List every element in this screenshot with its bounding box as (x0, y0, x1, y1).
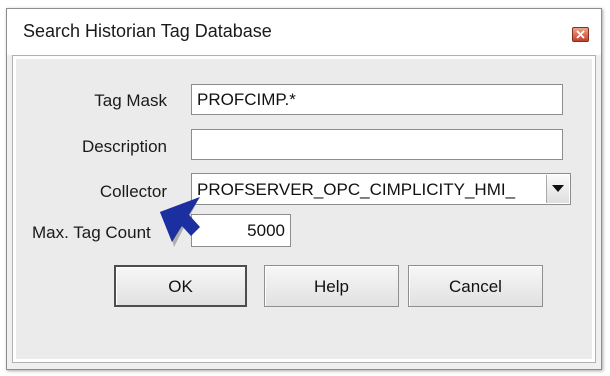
close-x-icon (576, 30, 585, 39)
collector-select[interactable]: PROFSERVER_OPC_CIMPLICITY_HMI_ (191, 173, 571, 205)
help-button[interactable]: Help (264, 265, 399, 307)
collector-dropdown-button[interactable] (546, 175, 569, 203)
max-tag-count-input[interactable] (191, 214, 291, 247)
cancel-button[interactable]: Cancel (408, 265, 543, 307)
dialog-client-area: Tag Mask Description Collector PROFSERVE… (16, 59, 592, 359)
collector-selected-value: PROFSERVER_OPC_CIMPLICITY_HMI_ (197, 180, 516, 199)
dialog-body-frame: Tag Mask Description Collector PROFSERVE… (12, 55, 596, 363)
title-bar[interactable]: Search Historian Tag Database (7, 9, 601, 55)
close-button[interactable] (572, 27, 589, 42)
tag-mask-label: Tag Mask (94, 91, 167, 110)
max-tag-count-label: Max. Tag Count (32, 223, 151, 242)
search-historian-dialog: Search Historian Tag Database Tag Mask D… (6, 8, 602, 370)
collector-label: Collector (99, 182, 167, 201)
description-label: Description (81, 137, 167, 156)
dialog-title: Search Historian Tag Database (23, 21, 272, 41)
tag-mask-input[interactable] (191, 84, 563, 115)
chevron-down-icon (552, 185, 564, 192)
ok-button[interactable]: OK (114, 265, 247, 307)
description-input[interactable] (191, 129, 563, 160)
